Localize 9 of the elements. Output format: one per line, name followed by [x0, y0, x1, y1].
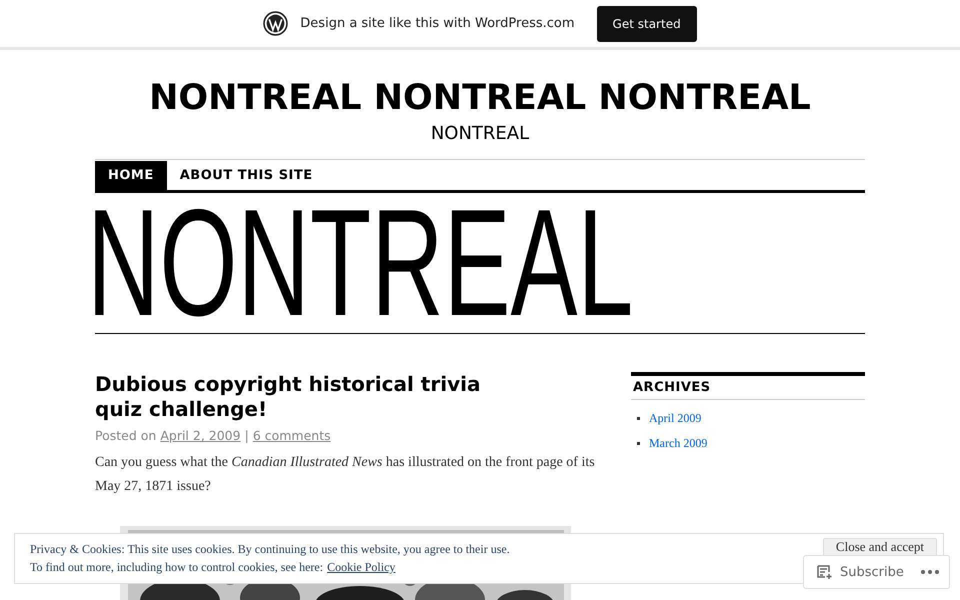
widget-heading: ARCHIVES — [631, 372, 865, 400]
post-body: Can you guess what the Canadian Illustrated News has illustrated on the front page of its May 27, 1871 issue? — [95, 454, 595, 496]
site-tagline: NONTREAL — [430, 122, 530, 146]
posted-on-label: Posted on — [95, 428, 156, 443]
meta-separator: | — [244, 428, 249, 443]
header-banner-text: NONTREAL — [95, 193, 634, 333]
promo-text: Design a site like this with WordPress.com — [300, 16, 575, 31]
cookie-notice-text: To find out more, including how to control cookies, see here: — [30, 559, 324, 576]
cookie-notice-text: Privacy & Cookies: This site uses cookies. By continuing to use this website, you agree to their use. — [30, 541, 510, 558]
